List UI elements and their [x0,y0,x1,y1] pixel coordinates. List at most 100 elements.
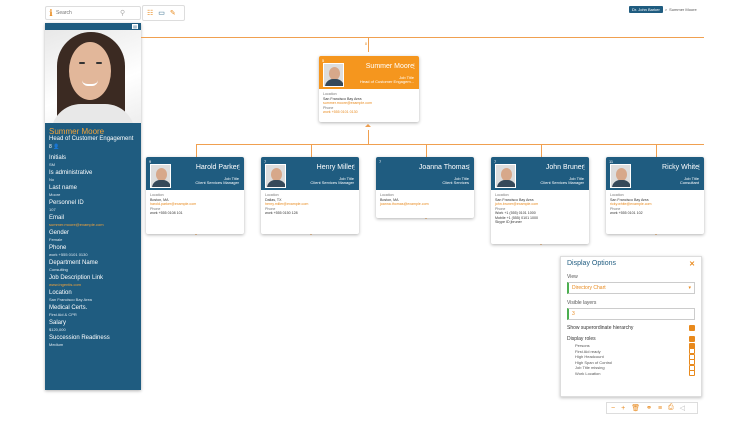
role-checkbox[interactable] [689,370,695,377]
role-label: High Span of Control [575,359,613,365]
more-icon[interactable]: ⋮ [581,164,587,171]
field: Is administrative No [45,170,141,182]
link-icon[interactable]: ⚭ [646,404,652,412]
panel-title: Display Options [567,260,617,267]
field-label: Succession Readiness [49,335,110,341]
card-title: Client Services [442,180,469,185]
card-name: Harold Parker [195,164,239,171]
org-card[interactable]: 9 Harold Parker Job Title Client Service… [146,157,244,234]
card-name: Henry Miller [316,164,354,171]
root-org-card[interactable]: 5 Summer Moore Job Title Head of Custome… [319,56,419,122]
person-job: Head of Customer Engagement [49,136,134,142]
field-label: Initials [49,155,67,161]
card-title: Consultant [679,180,699,185]
field-value: First Aid & CPR [49,312,77,317]
delete-icon[interactable]: 🗑 [631,404,640,412]
zoom-out-icon[interactable]: − [611,405,615,412]
close-icon[interactable]: ✕ [689,260,695,268]
panel-toggle-icon[interactable]: ▤ [132,24,138,29]
more-icon[interactable]: ⋮ [411,63,417,70]
layers-label: Visible layers [567,300,597,306]
field: Email summer.moore@example.com [45,215,141,227]
print-icon[interactable]: ⎙ [668,404,674,412]
layers-input[interactable]: 3 [567,308,695,320]
person-name: Summer Moore [49,127,105,136]
phone-value: work +555 0150 128 [265,211,298,215]
field-value: No [49,177,55,182]
field: Medical Certs. First Aid & CPR [45,305,141,317]
skype-value: Skype ID jbruner [495,220,522,224]
role-option: Work Location [575,370,695,377]
chart-toolbar: − + 🗑 ⚭ ≡ ⎙ ◁ [606,402,698,414]
role-label: Job Title missing [575,365,605,371]
field-label: Last name [49,185,78,191]
edit-icon[interactable]: ✎ [170,9,176,17]
card-title: Head of Customer Engagem... [359,79,414,84]
roles-label: Display roles [567,336,596,342]
field: Personnel ID 107 [45,200,141,212]
card-name: Joanna Thomas [418,164,469,171]
view-select[interactable]: Directory Chart ▾ [567,282,695,294]
phone-value: work +555 0101 0130 [323,110,358,114]
field-label: Job Description Link [49,275,104,281]
field-value: 107 [49,207,56,212]
role-icons: 8 👤 [49,144,60,150]
phone-value: work +555 0108 101 [150,211,183,215]
chevron-down-icon: ▾ [688,285,691,291]
more-icon[interactable]: ⋮ [696,164,702,171]
list-icon[interactable]: ≡ [658,405,662,412]
field-value: San Francisco Bay Area [49,297,92,302]
field: Job Description Link www.ingentis.com [45,275,141,287]
role-label: Work Location [575,370,601,376]
card-name: John Bruner [545,164,584,171]
more-icon[interactable]: ⋮ [236,164,242,171]
search-box[interactable]: ℹ ⚲ [45,6,141,20]
person-photo [45,30,141,123]
email-link[interactable]: joanna.thomas@example.com [380,202,470,207]
field-value[interactable]: www.ingentis.com [49,282,137,287]
field-label: Salary [49,320,67,326]
field-label: Is administrative [49,170,93,176]
card-view-icon[interactable]: ▭ [158,9,165,17]
field: Succession Readiness Medium [45,335,141,347]
role-label: First Aid ready [575,348,601,354]
more-icon[interactable]: ⋮ [351,164,357,171]
card-title: Client Services Manager [195,180,239,185]
role-label: High Headcount [575,354,604,360]
org-card[interactable]: 7 Joanna Thomas Job Title Client Service… [376,157,474,218]
more-icon[interactable]: ⋮ [466,164,472,171]
root-up-count[interactable]: 8 [365,42,367,46]
zoom-in-icon[interactable]: + [621,405,625,412]
field: Initials SM [45,155,141,167]
search-icon[interactable]: ⚲ [120,9,125,17]
field-value: Moore [49,192,61,197]
card-title: Client Services Manager [540,180,584,185]
breadcrumb-parent[interactable]: Dr. John Barker [629,6,663,13]
superordinate-checkbox[interactable] [689,325,695,331]
field-value[interactable]: summer.moore@example.com [49,222,137,227]
view-toolbar: ☷ ▭ ✎ [142,5,185,21]
search-input[interactable] [56,10,120,16]
collapse-icon[interactable]: ◁ [680,404,685,412]
avatar [150,164,171,188]
breadcrumb: Dr. John Barker > Summer Moore [629,6,697,13]
tree-view-icon[interactable]: ☷ [147,9,153,17]
avatar [265,164,286,188]
org-card[interactable]: 11 Ricky White Job Title Consultant ⋮ Lo… [606,157,704,234]
avatar [610,164,631,188]
field-label: Location [49,290,72,296]
info-icon: ℹ [49,7,53,18]
roles-checkbox[interactable] [689,336,695,342]
field-label: Medical Certs. [49,305,88,311]
field-value: $120,000 [49,327,66,332]
view-label: View [567,274,578,280]
field-label: Email [49,215,65,221]
role-label: Persons [575,343,590,349]
org-card[interactable]: 7 John Bruner Job Title Client Services … [491,157,589,244]
org-card[interactable]: 7 Henry Miller Job Title Client Services… [261,157,359,234]
report-count: 7 [379,159,382,164]
field: Location San Francisco Bay Area [45,290,141,302]
card-name: Ricky White [662,164,699,171]
avatar [323,63,344,87]
field-value: SM [49,162,55,167]
